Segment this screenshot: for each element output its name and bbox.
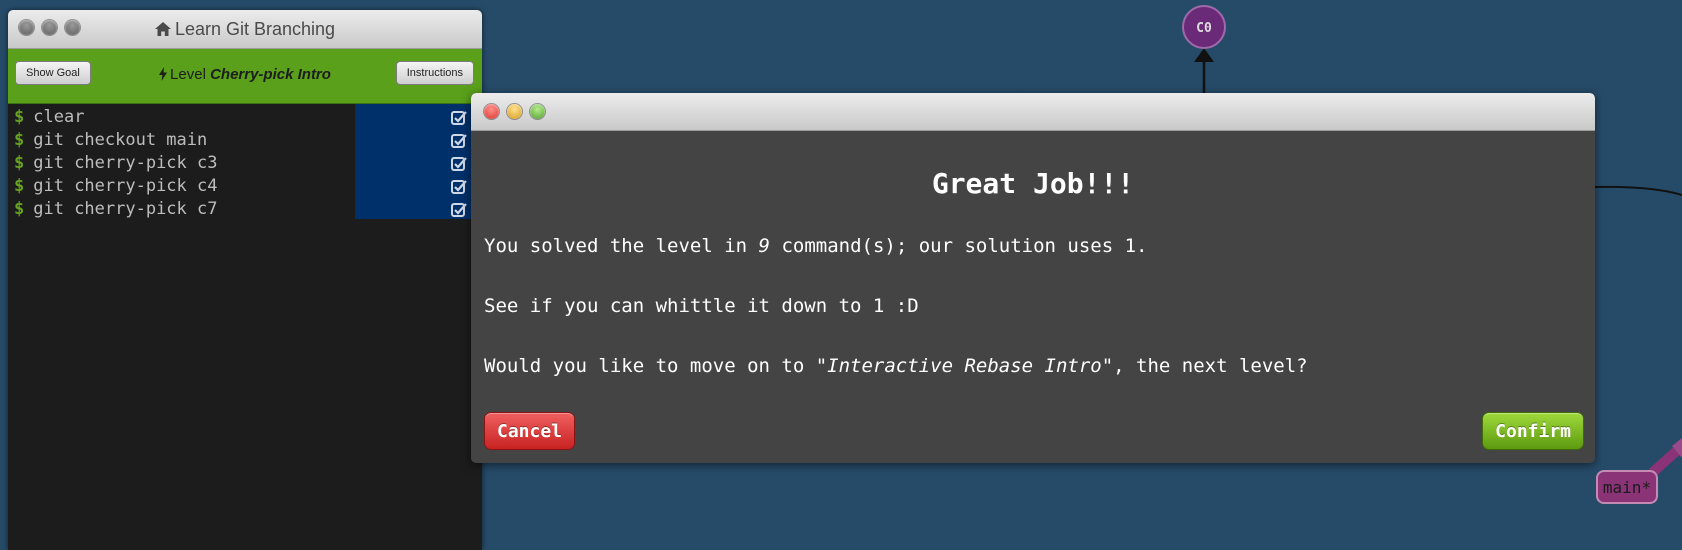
check-square-icon bbox=[451, 180, 467, 194]
close-icon[interactable] bbox=[484, 104, 499, 119]
commit-edge-arrow bbox=[1194, 48, 1214, 62]
bolt-icon bbox=[159, 67, 168, 81]
next-level-text-end: , the next level? bbox=[1113, 355, 1308, 377]
cancel-button[interactable]: Cancel bbox=[485, 413, 575, 449]
prompt-symbol: $ bbox=[14, 176, 25, 196]
command-line[interactable]: $ git cherry-pick c7 bbox=[8, 198, 482, 221]
dialog-titlebar bbox=[471, 93, 1595, 131]
result-summary: You solved the level in 9 command(s); ou… bbox=[484, 235, 1148, 257]
prompt-symbol: $ bbox=[14, 199, 25, 219]
terminal-window: Learn Git Branching Show Goal Level Cher… bbox=[8, 10, 482, 550]
improvement-hint: See if you can whittle it down to 1 :D bbox=[484, 295, 919, 317]
level-toolbar: Show Goal Level Cherry-pick Intro Instru… bbox=[8, 49, 482, 104]
branch-main-label: main* bbox=[1603, 478, 1651, 497]
dialog-body: Great Job!!! You solved the level in 9 c… bbox=[471, 167, 1595, 377]
home-icon[interactable] bbox=[154, 22, 171, 36]
terminal-title: Learn Git Branching bbox=[8, 10, 482, 48]
command-line[interactable]: $ clear bbox=[8, 106, 482, 129]
maximize-icon[interactable] bbox=[530, 104, 545, 119]
command-line[interactable]: $ git cherry-pick c3 bbox=[8, 152, 482, 175]
prompt-symbol: $ bbox=[14, 130, 25, 150]
commit-edge-curve bbox=[1594, 185, 1682, 196]
check-square-icon bbox=[451, 157, 467, 171]
command-text: git cherry-pick c3 bbox=[33, 153, 218, 173]
prompt-symbol: $ bbox=[14, 153, 25, 173]
check-square-icon bbox=[451, 203, 467, 217]
check-square-icon bbox=[451, 111, 467, 125]
next-level-text-start: Would you like to move on to bbox=[484, 355, 816, 377]
command-text: git checkout main bbox=[33, 130, 208, 150]
prompt-symbol: $ bbox=[14, 107, 25, 127]
command-history: $ clear $ git checkout main $ git cherry-pi… bbox=[8, 104, 482, 221]
next-level-name: "Interactive Rebase Intro" bbox=[815, 355, 1114, 377]
command-line[interactable]: $ git checkout main bbox=[8, 129, 482, 152]
level-complete-dialog: Great Job!!! You solved the level in 9 c… bbox=[471, 93, 1595, 463]
level-name: Cherry-pick Intro bbox=[210, 66, 331, 83]
confirm-button[interactable]: Confirm bbox=[1483, 413, 1583, 449]
next-level-prompt: Would you like to move on to "Interactiv… bbox=[484, 355, 1308, 377]
minimize-icon[interactable] bbox=[507, 104, 522, 119]
check-square-icon bbox=[451, 134, 467, 148]
command-text: git cherry-pick c7 bbox=[33, 199, 218, 219]
dialog-heading: Great Job!!! bbox=[931, 167, 1135, 200]
command-text: git cherry-pick c4 bbox=[33, 176, 218, 196]
command-line[interactable]: $ git cherry-pick c4 bbox=[8, 175, 482, 198]
terminal-titlebar: Learn Git Branching bbox=[8, 10, 482, 49]
terminal-title-text: Learn Git Branching bbox=[174, 19, 336, 39]
dialog-window-controls bbox=[484, 104, 545, 119]
level-prefix: Level bbox=[170, 66, 206, 83]
result-text-end: command(s); our solution uses 1. bbox=[770, 235, 1148, 257]
commit-c0-label: C0 bbox=[1196, 21, 1212, 36]
command-count: 9 bbox=[758, 235, 770, 257]
instructions-button[interactable]: Instructions bbox=[395, 61, 474, 85]
result-text-start: You solved the level in bbox=[484, 235, 759, 257]
command-text: clear bbox=[33, 107, 85, 127]
